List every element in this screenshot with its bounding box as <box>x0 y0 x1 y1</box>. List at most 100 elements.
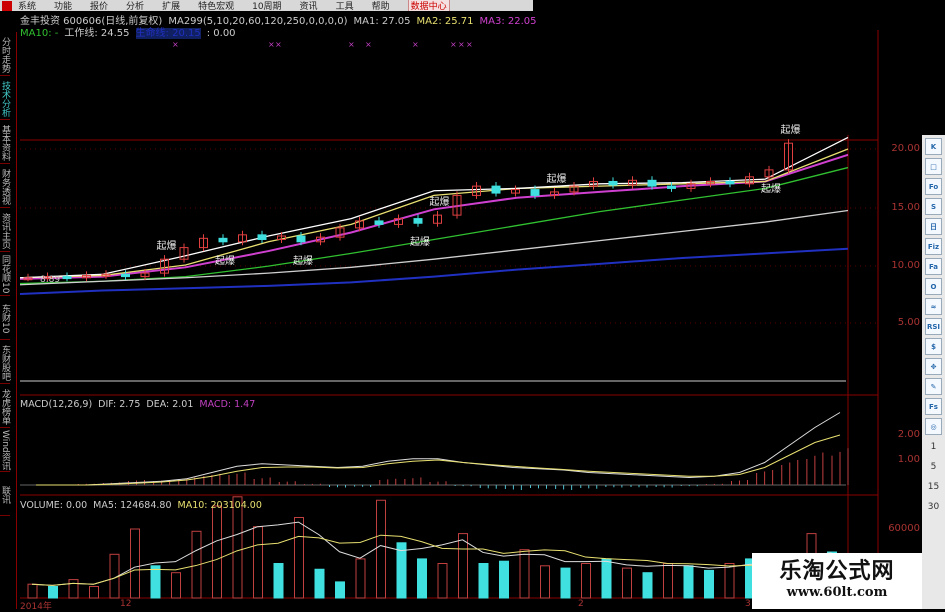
volume-bar <box>376 499 386 599</box>
volume-bar <box>663 563 673 599</box>
volume-bar <box>499 560 509 599</box>
volume-bar <box>212 505 222 599</box>
dea-line <box>36 434 841 486</box>
volume-bar <box>273 563 284 599</box>
ma10-line <box>19 148 849 279</box>
volume-bar <box>294 517 304 599</box>
volume-bar <box>68 579 79 599</box>
candle <box>296 235 306 243</box>
volume-bar <box>48 586 58 599</box>
candle <box>491 185 501 194</box>
volume-ma10: MA10: 203104.00 <box>177 500 262 511</box>
toolbar-button[interactable]: 30 <box>925 498 942 515</box>
volume-bar <box>355 558 366 599</box>
candle <box>121 273 130 278</box>
volume-bar <box>437 563 448 599</box>
macd-tick: 2.00 <box>897 429 920 440</box>
volume-bar <box>540 565 550 599</box>
dif-line <box>36 412 841 486</box>
volume-bar <box>519 549 530 599</box>
volume-bar <box>724 563 735 599</box>
signal-label: 起爆 <box>781 124 801 136</box>
date-label: 3 <box>745 599 751 609</box>
marker-icon: × <box>172 40 179 49</box>
marker-icon: × <box>458 40 465 49</box>
macd-value: MACD: 1.47 <box>199 399 256 410</box>
volume-bar <box>253 526 263 599</box>
volume-bar <box>458 533 468 599</box>
candle <box>725 180 735 185</box>
volume-bar <box>27 583 38 599</box>
toolbar-button[interactable]: Fiz <box>925 238 942 255</box>
marker-icon: × <box>348 40 355 49</box>
candle <box>62 276 72 280</box>
macd-dea: DEA: 2.01 <box>146 399 194 410</box>
toolbar-button[interactable]: 日 <box>925 218 942 235</box>
price-tick: 20.00 <box>891 143 920 154</box>
toolbar-button[interactable]: Fo <box>925 178 942 195</box>
volume-bar <box>232 496 243 599</box>
signal-label: 起爆 <box>547 173 567 185</box>
marker-icon: × <box>450 40 457 49</box>
watermark-url: www.60lt.com <box>786 585 888 600</box>
price-tick: 15.00 <box>891 202 920 213</box>
ma60-line <box>19 166 849 285</box>
marker-icon: × <box>365 40 372 49</box>
candle <box>218 237 228 243</box>
price-tick: 10.00 <box>891 260 920 271</box>
marker-icon: × <box>412 40 419 49</box>
marker-icon: × <box>268 40 275 49</box>
date-label: 12 <box>120 599 132 609</box>
toolbar-button[interactable]: Fa <box>925 258 942 275</box>
signal-label: 起爆 <box>430 196 450 208</box>
macd-title: MACD(12,26,9) <box>20 399 93 410</box>
date-label: 2 <box>578 599 584 609</box>
volume-header: VOLUME: 0.00 MA5: 124684.80 MA10: 203104.0… <box>20 500 268 511</box>
toolbar-button[interactable]: 5 <box>925 458 942 475</box>
date-label: 2014年 <box>20 602 52 612</box>
signal-label: 起爆 <box>293 255 313 267</box>
candle <box>530 189 540 196</box>
toolbar-button[interactable]: ≈ <box>925 298 942 315</box>
toolbar-button[interactable]: RSI <box>925 318 942 335</box>
toolbar-button[interactable]: ◎ <box>925 418 942 435</box>
volume-bar <box>704 569 714 599</box>
macd-dif: DIF: 2.75 <box>98 399 141 410</box>
toolbar-button[interactable]: O <box>925 278 942 295</box>
toolbar-button[interactable]: $ <box>925 338 942 355</box>
candle <box>257 234 267 240</box>
signal-label: 起爆 <box>761 183 781 195</box>
marker-icon: × <box>275 40 282 49</box>
toolbar-button[interactable]: 15 <box>925 478 942 495</box>
toolbar-button[interactable]: Fs <box>925 398 942 415</box>
toolbar-button[interactable]: S <box>925 198 942 215</box>
macd-header: MACD(12,26,9) DIF: 2.75 DEA: 2.01 MACD: 1.4… <box>20 399 261 410</box>
toolbar-button[interactable]: K <box>925 138 942 155</box>
volume-bar <box>622 567 632 599</box>
volume-value: VOLUME: 0.00 <box>20 500 88 511</box>
candle <box>667 185 676 189</box>
toolbar-button[interactable]: 1 <box>925 438 942 455</box>
signal-label: 起爆 <box>215 255 235 267</box>
volume-ma5: MA5: 124684.80 <box>93 500 172 511</box>
candle <box>647 179 657 187</box>
macd-tick: 1.00 <box>897 454 920 465</box>
volume-bar <box>601 558 612 599</box>
volume-bar <box>642 572 653 599</box>
volume-bar <box>335 581 345 599</box>
signal-label: 起爆 <box>410 236 430 248</box>
candle <box>413 218 423 224</box>
candle <box>608 180 618 186</box>
toolbar-button[interactable]: ✎ <box>925 378 942 395</box>
toolbar-button[interactable]: □ <box>925 158 942 175</box>
volume-bar <box>89 586 99 599</box>
volume-bar <box>396 542 407 599</box>
watermark: 乐淘公式网 www.60lt.com <box>752 553 922 609</box>
volume-bar <box>171 572 181 599</box>
volume-bar <box>683 565 694 599</box>
toolbar-button[interactable]: ✥ <box>925 358 942 375</box>
volume-bar <box>314 568 325 599</box>
kline-chart[interactable]: 起爆起爆 起爆起爆起爆起爆起爆起爆8.89× × × × × × × × × <box>0 0 945 609</box>
volume-bar <box>478 563 489 599</box>
low-price-label: 8.89 <box>40 275 60 285</box>
